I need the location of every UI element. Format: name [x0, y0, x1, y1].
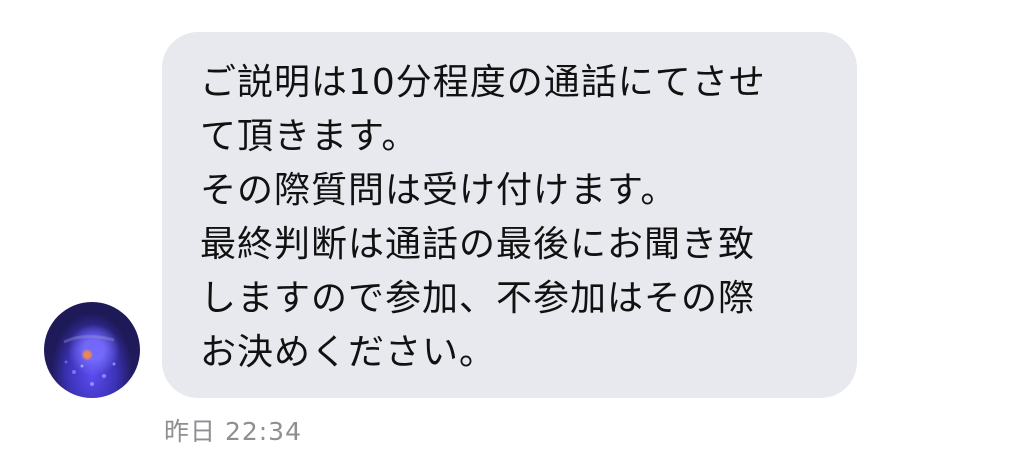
- message-line: ご説明は10分程度の通話にてさせ: [200, 62, 766, 103]
- avatar[interactable]: [44, 302, 140, 398]
- message-line: て頂きます。: [200, 116, 419, 157]
- message-line: しますので参加、不参加はその際: [200, 278, 756, 319]
- avatar-photo-icon: [63, 335, 116, 386]
- message-line: 最終判断は通話の最後にお聞き致: [200, 224, 756, 265]
- chat-message-row: ご説明は10分程度の通話にてさせ て頂きます。 その際質問は受け付けます。 最終…: [0, 0, 1024, 471]
- message-line: お決めください。: [200, 332, 497, 373]
- message-timestamp: 昨日 22:34: [164, 417, 302, 446]
- message-bubble[interactable]: ご説明は10分程度の通話にてさせ て頂きます。 その際質問は受け付けます。 最終…: [162, 32, 857, 398]
- message-line: その際質問は受け付けます。: [200, 170, 678, 211]
